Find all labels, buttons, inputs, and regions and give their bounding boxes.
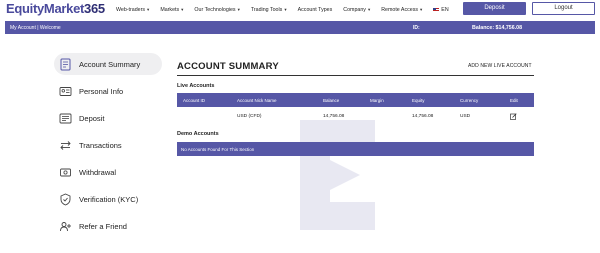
sidebar-item-label: Verification (KYC) [79, 194, 139, 204]
welcome-text: My Account | Welcome [10, 25, 61, 31]
nav-markets[interactable]: Markets ▾ [160, 7, 183, 13]
account-id-label: ID: [413, 25, 420, 31]
withdrawal-icon [58, 165, 72, 179]
live-accounts-heading: Live Accounts [177, 83, 215, 89]
top-navigation: EquityMarket365 Web-traders ▾ Markets ▾ Ou… [0, 0, 600, 19]
chevron-down-icon: ▾ [367, 7, 371, 12]
sidebar-item-deposit[interactable]: Deposit [54, 107, 162, 129]
nav-account-types[interactable]: Account Types [298, 7, 333, 13]
live-accounts-table-header: Account ID Account Nick Name Balance Mar… [177, 93, 534, 107]
nav-web-traders[interactable]: Web-traders ▾ [116, 7, 149, 13]
sidebar-item-withdrawal[interactable]: Withdrawal [54, 161, 162, 183]
sidebar-item-label: Account Summary [79, 59, 141, 69]
sidebar-item-label: Personal Info [79, 86, 124, 96]
column-header-balance: Balance [323, 97, 340, 103]
cell-currency: USD [460, 114, 471, 119]
nav-trading-tools[interactable]: Trading Tools ▾ [251, 7, 287, 13]
logo-text-number: 365 [84, 1, 105, 16]
sidebar-item-label: Refer a Friend [79, 221, 127, 231]
sidebar-item-refer-a-friend[interactable]: Refer a Friend [54, 215, 162, 237]
column-header-equity: Equity [412, 97, 425, 103]
us-flag-icon [433, 8, 440, 12]
cell-nickname: USD (CFD) [237, 114, 262, 119]
edit-icon[interactable] [510, 113, 517, 122]
demo-accounts-heading: Demo Accounts [177, 131, 219, 137]
demo-accounts-empty-row: No Accounts Found For This Section [177, 142, 534, 156]
nav-remote-access[interactable]: Remote Access ▾ [381, 7, 422, 13]
logo-text-main: EquityMarket [6, 1, 85, 16]
sidebar-item-label: Deposit [79, 113, 105, 123]
main-menu: Web-traders ▾ Markets ▾ Our Technologies ▾ … [116, 5, 460, 15]
column-header-currency: Currency [460, 97, 479, 103]
cell-equity: 14,756.08 [412, 114, 434, 119]
account-strip: My Account | Welcome ID: Balance: $14,75… [5, 21, 595, 34]
logout-button[interactable]: Logout [532, 2, 595, 15]
chevron-down-icon: ▾ [147, 7, 150, 12]
watermark-logo-icon [300, 120, 375, 230]
balance-display: Balance: $14,756.08 [472, 24, 523, 31]
transactions-icon [58, 138, 72, 152]
personal-info-icon [58, 84, 72, 98]
page-title: ACCOUNT SUMMARY [177, 61, 279, 72]
sidebar-item-account-summary[interactable]: Account Summary [54, 53, 162, 75]
table-row: USD (CFD) 14,756.08 14,756.08 USD [177, 107, 534, 127]
chevron-down-icon: ▾ [237, 7, 240, 12]
sidebar-item-label: Transactions [79, 140, 122, 150]
verification-icon [58, 192, 72, 206]
title-divider [177, 75, 534, 76]
refer-friend-icon [58, 219, 72, 233]
chevron-down-icon: ▾ [420, 7, 423, 12]
column-header-margin: Margin [370, 97, 384, 103]
chevron-down-icon: ▾ [181, 7, 184, 12]
nav-company[interactable]: Company ▾ [343, 7, 370, 13]
account-summary-icon [58, 57, 72, 71]
empty-message: No Accounts Found For This Section [181, 146, 255, 152]
add-live-account-link[interactable]: ADD NEW LIVE ACCOUNT [468, 63, 532, 69]
column-header-edit: Edit [510, 97, 518, 103]
sidebar-item-transactions[interactable]: Transactions [54, 134, 162, 156]
sidebar-item-verification[interactable]: Verification (KYC) [54, 188, 162, 210]
column-header-account-id: Account ID [183, 97, 206, 103]
chevron-down-icon: ▾ [284, 7, 287, 12]
sidebar-item-personal-info[interactable]: Personal Info [54, 80, 162, 102]
logo[interactable]: EquityMarket365 [6, 1, 105, 16]
header-deposit-button[interactable]: Deposit [463, 2, 526, 15]
sidebar-item-label: Withdrawal [79, 167, 117, 177]
column-header-nickname: Account Nick Name [237, 97, 277, 103]
cell-balance: 14,756.08 [323, 114, 345, 119]
nav-our-technologies[interactable]: Our Technologies ▾ [194, 7, 239, 13]
deposit-icon [58, 111, 72, 125]
language-selector[interactable]: EN [433, 7, 449, 13]
